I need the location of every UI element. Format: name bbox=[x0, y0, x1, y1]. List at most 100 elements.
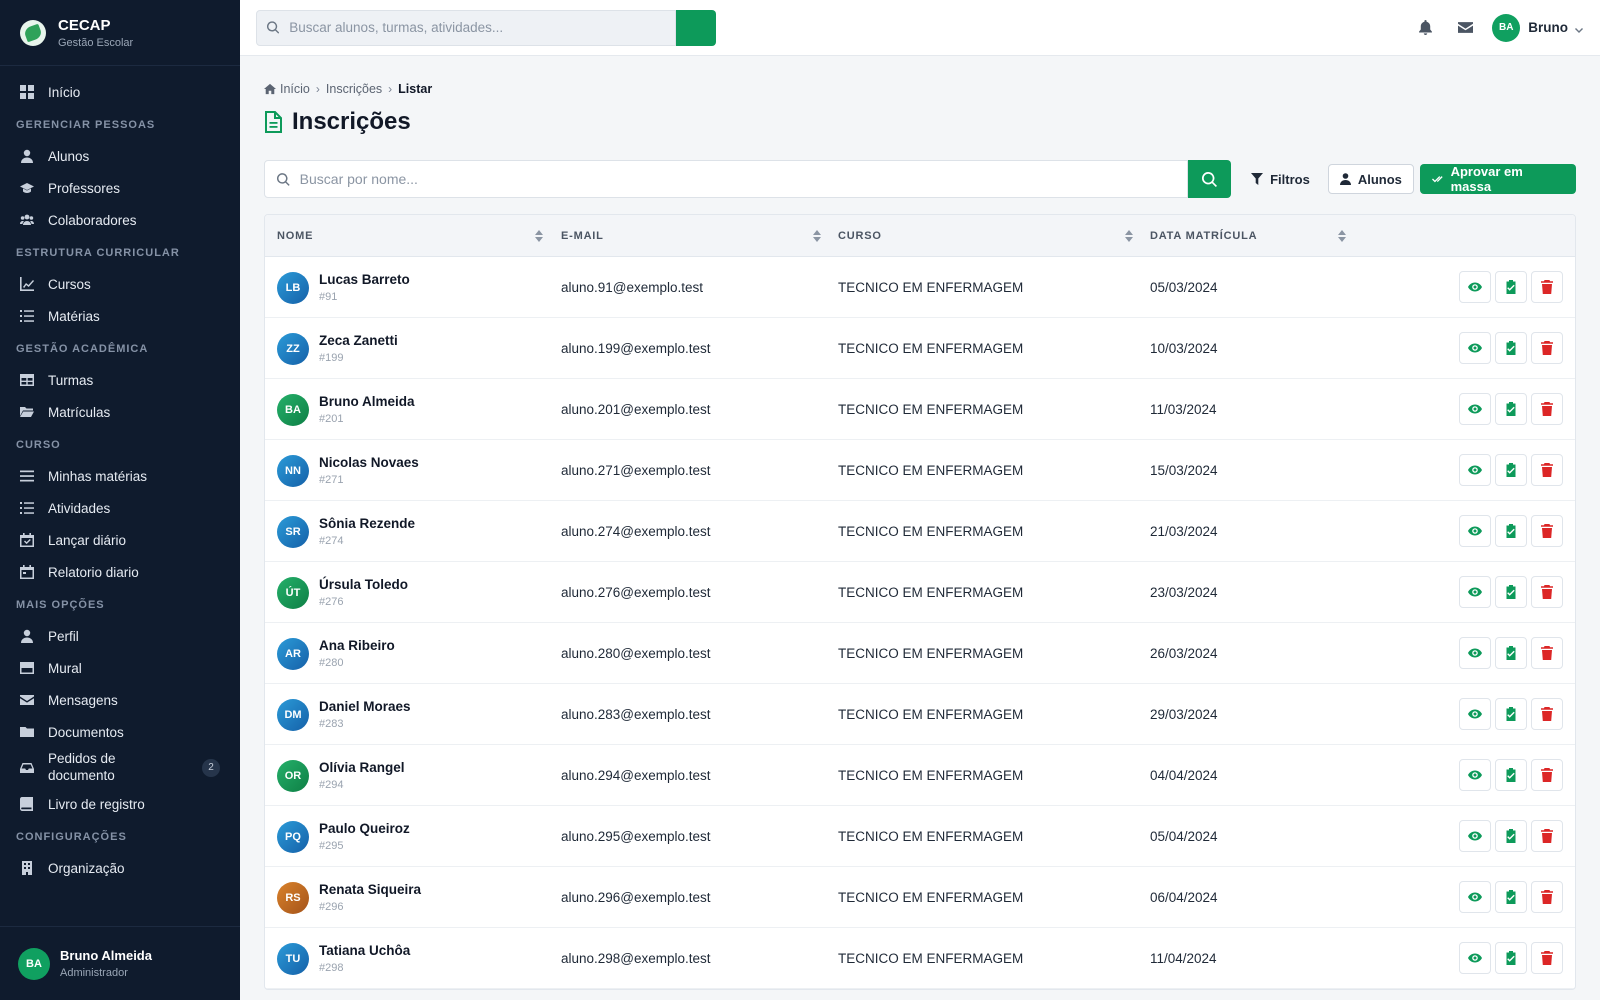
sort-icon[interactable] bbox=[1338, 230, 1346, 242]
approve-button[interactable] bbox=[1495, 393, 1527, 425]
sidebar-item-cursos[interactable]: Cursos bbox=[0, 268, 240, 300]
student-name[interactable]: Daniel Moraes bbox=[319, 699, 411, 714]
sidebar-item-minhas-materias[interactable]: Minhas matérias bbox=[0, 460, 240, 492]
view-button[interactable] bbox=[1459, 820, 1491, 852]
delete-button[interactable] bbox=[1531, 698, 1563, 730]
delete-button[interactable] bbox=[1531, 515, 1563, 547]
approve-all-button[interactable]: Aprovar em massa bbox=[1419, 164, 1576, 194]
approve-button[interactable] bbox=[1495, 942, 1527, 974]
student-name[interactable]: Tatiana Uchôa bbox=[319, 943, 410, 958]
student-name[interactable]: Zeca Zanetti bbox=[319, 333, 398, 348]
view-button[interactable] bbox=[1459, 576, 1491, 608]
search-button[interactable] bbox=[1188, 160, 1232, 198]
table-row[interactable]: TU Tatiana Uchôa #298 aluno.298@exemplo.… bbox=[265, 928, 1575, 989]
sidebar-item-relatorio-diario[interactable]: Relatorio diario bbox=[0, 556, 240, 588]
student-name[interactable]: Renata Siqueira bbox=[319, 882, 421, 897]
table-row[interactable]: OR Olívia Rangel #294 aluno.294@exemplo.… bbox=[265, 745, 1575, 806]
user-menu[interactable]: BA Bruno bbox=[1492, 13, 1584, 42]
sidebar-item-alunos[interactable]: Alunos bbox=[0, 140, 240, 172]
filters-button[interactable]: Filtros bbox=[1251, 172, 1310, 187]
sidebar-item-inicio[interactable]: Início bbox=[0, 76, 240, 108]
student-name[interactable]: Úrsula Toledo bbox=[319, 577, 408, 592]
sidebar-item-lancar-diario[interactable]: Lançar diário bbox=[0, 524, 240, 556]
name-search-input[interactable] bbox=[299, 171, 1176, 187]
view-button[interactable] bbox=[1459, 637, 1491, 669]
sidebar-item-documentos[interactable]: Documentos bbox=[0, 716, 240, 748]
sidebar-item-atividades[interactable]: Atividades bbox=[0, 492, 240, 524]
approve-button[interactable] bbox=[1495, 454, 1527, 486]
brand[interactable]: CECAP Gestão Escolar bbox=[0, 0, 240, 66]
table-row[interactable]: ZZ Zeca Zanetti #199 aluno.199@exemplo.t… bbox=[265, 318, 1575, 379]
sort-icon[interactable] bbox=[535, 230, 543, 242]
breadcrumb-home[interactable]: Início bbox=[280, 82, 310, 96]
student-name[interactable]: Ana Ribeiro bbox=[319, 638, 395, 653]
delete-button[interactable] bbox=[1531, 332, 1563, 364]
sidebar-item-pedidos-de-documento[interactable]: Pedidos de documento 2 bbox=[0, 748, 240, 788]
approve-button[interactable] bbox=[1495, 637, 1527, 669]
sidebar-item-perfil[interactable]: Perfil bbox=[0, 620, 240, 652]
table-row[interactable]: ÚT Úrsula Toledo #276 aluno.276@exemplo.… bbox=[265, 562, 1575, 623]
sidebar-item-livro-de-registro[interactable]: Livro de registro bbox=[0, 788, 240, 820]
student-name[interactable]: Olívia Rangel bbox=[319, 760, 405, 775]
envelope-icon[interactable] bbox=[1456, 19, 1474, 37]
delete-button[interactable] bbox=[1531, 820, 1563, 852]
delete-button[interactable] bbox=[1531, 942, 1563, 974]
sort-icon[interactable] bbox=[813, 230, 821, 242]
view-button[interactable] bbox=[1459, 698, 1491, 730]
approve-button[interactable] bbox=[1495, 271, 1527, 303]
sidebar-item-materias[interactable]: Matérias bbox=[0, 300, 240, 332]
student-name[interactable]: Bruno Almeida bbox=[319, 394, 415, 409]
sort-icon[interactable] bbox=[1125, 230, 1133, 242]
sidebar-item-mural[interactable]: Mural bbox=[0, 652, 240, 684]
header-name[interactable]: NOME bbox=[277, 215, 313, 257]
delete-button[interactable] bbox=[1531, 454, 1563, 486]
delete-button[interactable] bbox=[1531, 637, 1563, 669]
view-button[interactable] bbox=[1459, 515, 1491, 547]
global-search-input[interactable] bbox=[289, 20, 665, 35]
breadcrumb-parent[interactable]: Inscrições bbox=[326, 82, 382, 96]
delete-button[interactable] bbox=[1531, 576, 1563, 608]
view-button[interactable] bbox=[1459, 881, 1491, 913]
view-button[interactable] bbox=[1459, 393, 1491, 425]
student-name[interactable]: Paulo Queiroz bbox=[319, 821, 410, 836]
header-email[interactable]: E-MAIL bbox=[561, 215, 604, 257]
approve-button[interactable] bbox=[1495, 515, 1527, 547]
header-date[interactable]: DATA MATRÍCULA bbox=[1150, 215, 1257, 257]
view-button[interactable] bbox=[1459, 759, 1491, 791]
sidebar-item-mensagens[interactable]: Mensagens bbox=[0, 684, 240, 716]
global-search-button[interactable] bbox=[676, 9, 716, 46]
table-row[interactable]: PQ Paulo Queiroz #295 aluno.295@exemplo.… bbox=[265, 806, 1575, 867]
student-name[interactable]: Sônia Rezende bbox=[319, 516, 415, 531]
sidebar-item-turmas[interactable]: Turmas bbox=[0, 364, 240, 396]
table-row[interactable]: DM Daniel Moraes #283 aluno.283@exemplo.… bbox=[265, 684, 1575, 745]
approve-button[interactable] bbox=[1495, 820, 1527, 852]
approve-button[interactable] bbox=[1495, 759, 1527, 791]
students-button[interactable]: Alunos bbox=[1327, 164, 1414, 194]
bell-icon[interactable] bbox=[1416, 19, 1434, 37]
sidebar-item-organizacao[interactable]: Organização bbox=[0, 852, 240, 884]
table-row[interactable]: BA Bruno Almeida #201 aluno.201@exemplo.… bbox=[265, 379, 1575, 440]
approve-button[interactable] bbox=[1495, 576, 1527, 608]
sidebar-user[interactable]: BA Bruno Almeida Administrador bbox=[0, 926, 240, 1000]
view-button[interactable] bbox=[1459, 271, 1491, 303]
approve-button[interactable] bbox=[1495, 332, 1527, 364]
table-row[interactable]: SR Sônia Rezende #274 aluno.274@exemplo.… bbox=[265, 501, 1575, 562]
delete-button[interactable] bbox=[1531, 271, 1563, 303]
student-name[interactable]: Nicolas Novaes bbox=[319, 455, 419, 470]
table-row[interactable]: NN Nicolas Novaes #271 aluno.271@exemplo… bbox=[265, 440, 1575, 501]
table-row[interactable]: AR Ana Ribeiro #280 aluno.280@exemplo.te… bbox=[265, 623, 1575, 684]
delete-button[interactable] bbox=[1531, 881, 1563, 913]
delete-button[interactable] bbox=[1531, 759, 1563, 791]
sidebar-item-colaboradores[interactable]: Colaboradores bbox=[0, 204, 240, 236]
table-row[interactable]: RS Renata Siqueira #296 aluno.296@exempl… bbox=[265, 867, 1575, 928]
sidebar-item-matriculas[interactable]: Matrículas bbox=[0, 396, 240, 428]
approve-button[interactable] bbox=[1495, 698, 1527, 730]
delete-button[interactable] bbox=[1531, 393, 1563, 425]
approve-button[interactable] bbox=[1495, 881, 1527, 913]
table-row[interactable]: LB Lucas Barreto #91 aluno.91@exemplo.te… bbox=[265, 257, 1575, 318]
view-button[interactable] bbox=[1459, 454, 1491, 486]
sidebar-item-professores[interactable]: Professores bbox=[0, 172, 240, 204]
student-name[interactable]: Lucas Barreto bbox=[319, 272, 410, 287]
view-button[interactable] bbox=[1459, 332, 1491, 364]
header-course[interactable]: CURSO bbox=[838, 215, 882, 257]
